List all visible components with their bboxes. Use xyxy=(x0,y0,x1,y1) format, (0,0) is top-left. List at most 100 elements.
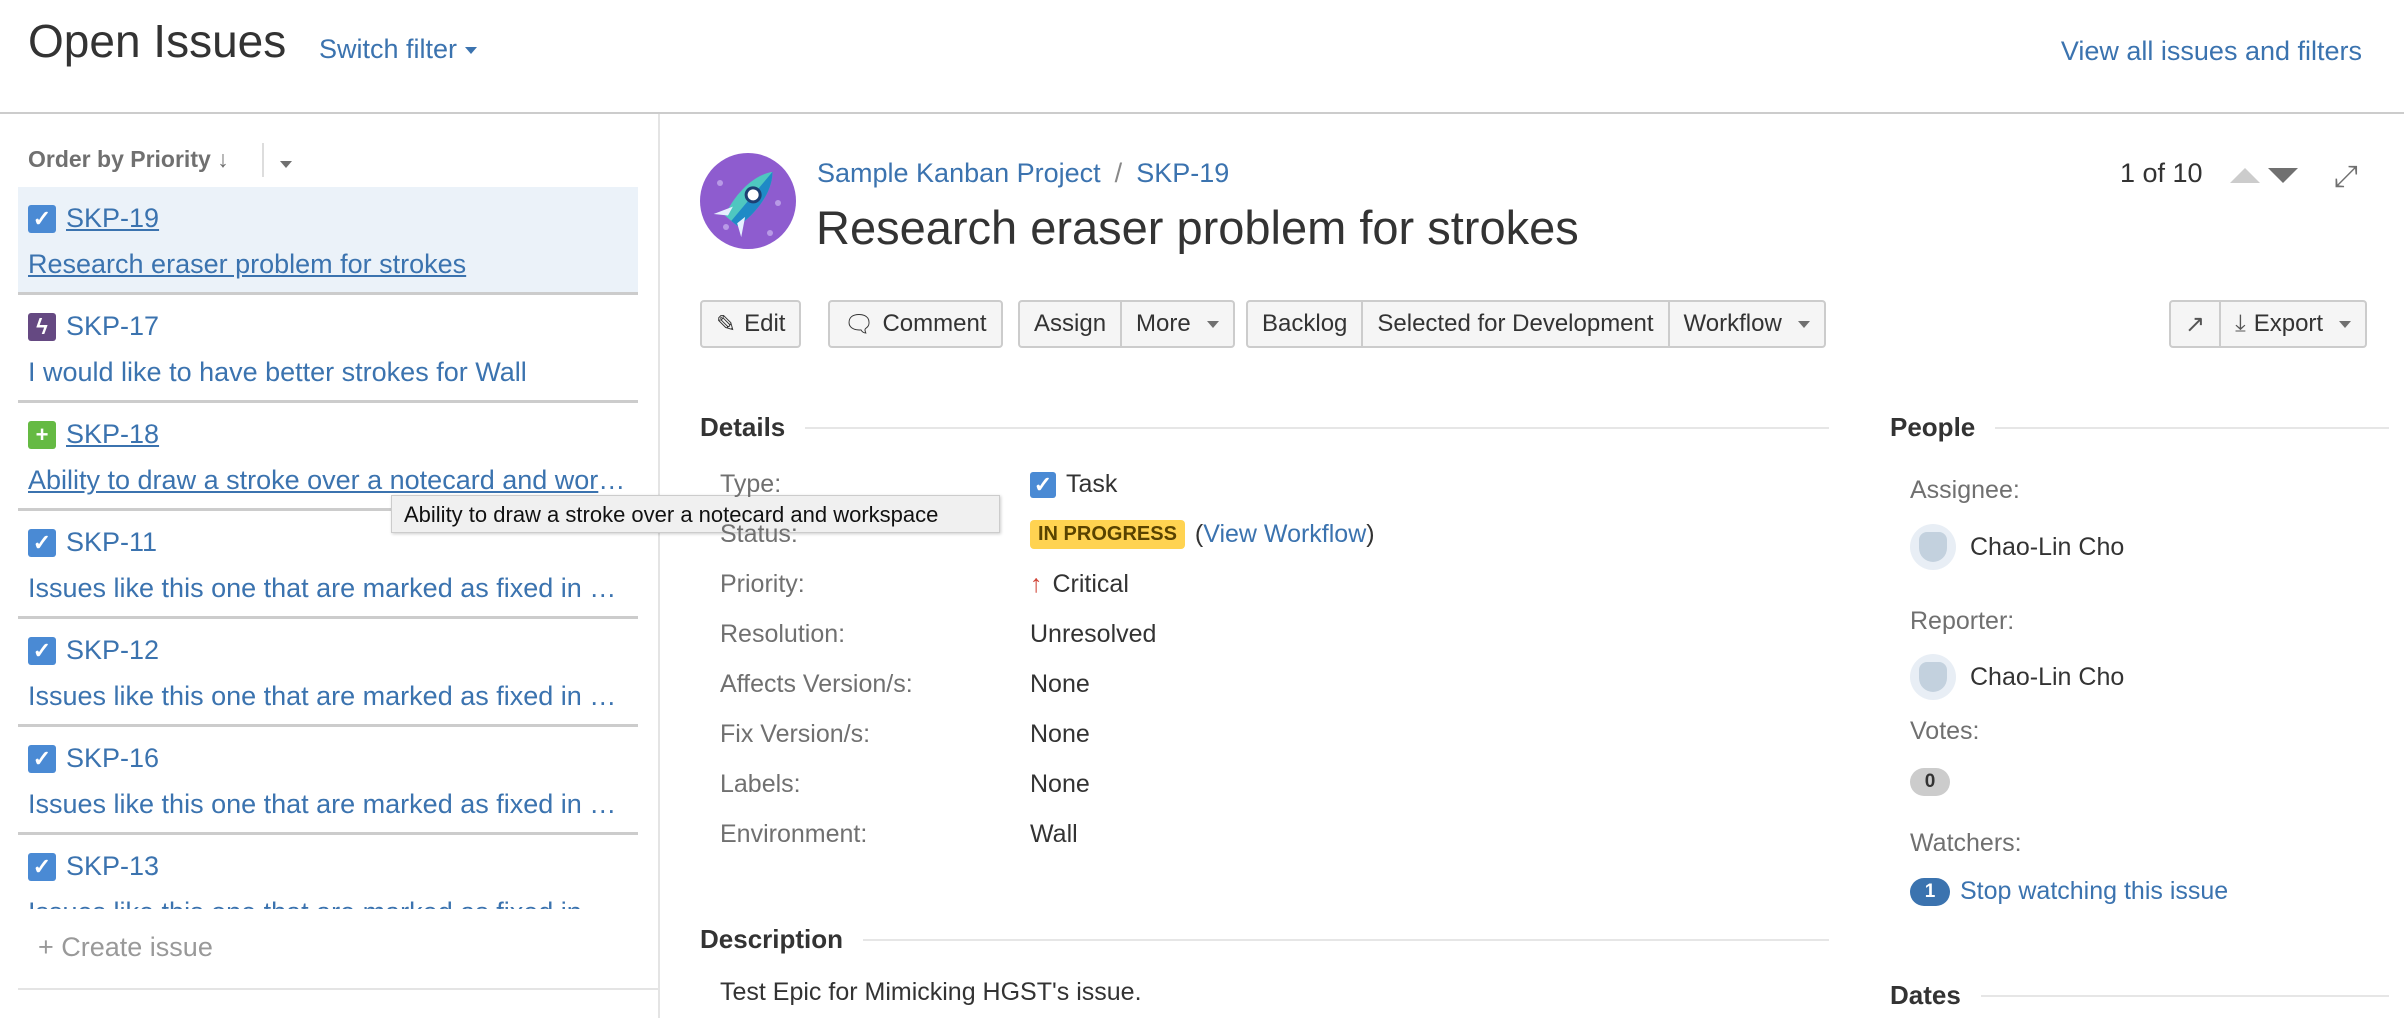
issue-title: Research eraser problem for strokes xyxy=(816,201,1579,254)
order-options-dropdown[interactable] xyxy=(272,156,292,174)
reporter-name: Chao-Lin Cho xyxy=(1970,662,2125,691)
assignee-name: Chao-Lin Cho xyxy=(1970,532,2125,561)
paren: ( xyxy=(1194,520,1204,548)
details-section-header[interactable]: Details xyxy=(700,412,1829,443)
task-icon: ✓ xyxy=(1030,471,1056,498)
issue-list: ✓ SKP-19 Research eraser problem for strok… xyxy=(0,187,659,909)
more-button[interactable]: More xyxy=(1120,302,1233,346)
divider xyxy=(262,143,264,177)
field-value: None xyxy=(1030,670,1090,699)
edit-button[interactable]: ✎ Edit xyxy=(702,302,799,346)
expand-icon[interactable]: ⤢ xyxy=(2334,160,2358,194)
workflow-group: Backlog Selected for Development Workflow xyxy=(1246,300,1826,348)
issue-summary-link[interactable]: Issues like this one that are marked as … xyxy=(28,681,628,712)
list-item[interactable]: ✓ SKP-16 Issues like this one that are mar… xyxy=(18,727,638,835)
people-heading: People xyxy=(1890,412,1976,442)
watchers-badge[interactable]: 1 xyxy=(1910,877,1950,906)
share-icon: ↗ xyxy=(2185,310,2206,338)
create-issue-button[interactable]: + Create issue xyxy=(38,932,213,963)
more-label: More xyxy=(1136,310,1191,337)
rocket-icon xyxy=(713,171,781,238)
share-button[interactable]: ↗ xyxy=(2171,302,2219,346)
epic-icon: ϟ xyxy=(28,312,56,341)
issue-key-link[interactable]: SKP-17 xyxy=(66,311,159,342)
issue-key-link[interactable]: SKP-12 xyxy=(66,635,159,666)
issue-summary-link[interactable]: Ability to draw a stroke over a notecard… xyxy=(28,465,628,496)
issue-key-link[interactable]: SKP-18 xyxy=(66,419,159,450)
avatar xyxy=(1910,654,1956,700)
description-section-header[interactable]: Description xyxy=(700,924,1829,955)
breadcrumb-issue-link[interactable]: SKP-19 xyxy=(1136,158,1229,188)
comment-icon: 🗨 xyxy=(844,310,875,338)
new-feature-icon: + xyxy=(28,420,56,449)
assignee[interactable]: Chao-Lin Cho xyxy=(1910,524,2124,570)
switch-filter-label: Switch filter xyxy=(319,34,458,64)
field-label: Resolution: xyxy=(720,620,846,648)
field-value-text: Unresolved xyxy=(1030,620,1157,648)
comment-button[interactable]: 🗨 Comment xyxy=(830,302,1001,346)
issue-summary-link[interactable]: Issues like this one that are marked as … xyxy=(28,789,628,820)
issue-key-link[interactable]: SKP-13 xyxy=(66,851,159,882)
avatar xyxy=(1910,524,1956,570)
issue-summary-link[interactable]: Issues like this one that are marked as … xyxy=(28,573,628,604)
export-group: ↗ ⤓ Export xyxy=(2169,300,2368,348)
list-item[interactable]: ✓ SKP-12 Issues like this one that are mar… xyxy=(18,619,638,727)
edit-group: ✎ Edit xyxy=(700,300,802,348)
export-label: Export xyxy=(2253,310,2324,337)
field-value: ✓ Task xyxy=(1030,470,1117,499)
issue-key-link[interactable]: SKP-11 xyxy=(66,527,157,558)
comment-group: 🗨 Comment xyxy=(828,300,1003,348)
field-label: Priority: xyxy=(720,570,805,598)
list-item[interactable]: ✓ SKP-13 Issues like this one that are mar… xyxy=(18,835,638,909)
workflow-button[interactable]: Workflow xyxy=(1667,302,1824,346)
description-heading: Description xyxy=(700,924,844,954)
switch-filter-dropdown[interactable]: Switch filter xyxy=(319,34,478,65)
field-label: Environment: xyxy=(720,820,868,848)
votes-label: Votes: xyxy=(1910,717,1980,745)
view-all-issues-link[interactable]: View all issues and filters xyxy=(2061,36,2362,67)
reporter[interactable]: Chao-Lin Cho xyxy=(1910,654,2124,700)
task-icon: ✓ xyxy=(28,528,56,557)
chevron-down-icon xyxy=(1206,320,1219,328)
details-heading: Details xyxy=(700,412,786,442)
edit-label: Edit xyxy=(744,310,786,337)
status-lozenge: IN PROGRESS xyxy=(1030,520,1185,549)
dates-section-header[interactable]: Dates xyxy=(1890,980,2389,1011)
task-icon: ✓ xyxy=(28,636,56,665)
divider xyxy=(18,988,658,990)
field-value: IN PROGRESS (View Workflow) xyxy=(1030,520,1375,549)
issue-key-link[interactable]: SKP-19 xyxy=(66,203,159,234)
issue-summary-link[interactable]: Issues like this one that are marked as … xyxy=(28,897,628,909)
field-value-text: Critical xyxy=(1052,570,1129,598)
selected-for-development-button[interactable]: Selected for Development xyxy=(1361,302,1667,346)
list-item[interactable]: ✓ SKP-19 Research eraser problem for strok… xyxy=(18,187,638,295)
issue-summary-link[interactable]: I would like to have better strokes for … xyxy=(28,357,628,388)
chevron-down-icon xyxy=(465,47,478,55)
field-label: Affects Version/s: xyxy=(720,670,913,698)
next-issue-icon[interactable] xyxy=(2268,168,2298,183)
previous-issue-icon[interactable] xyxy=(2230,168,2260,183)
field-label: Type: xyxy=(720,470,782,498)
breadcrumb: Sample Kanban Project / SKP-19 xyxy=(817,158,1229,189)
chevron-down-icon xyxy=(2339,320,2352,328)
priority-critical-icon: ↑ xyxy=(1030,570,1043,598)
breadcrumb-separator: / xyxy=(1114,158,1123,188)
view-workflow-link[interactable]: View Workflow xyxy=(1203,520,1366,548)
pencil-icon: ✎ xyxy=(716,310,737,338)
order-by-button[interactable]: Order by Priority ↓ xyxy=(28,146,229,173)
list-item[interactable]: ϟ SKP-17 I would like to have better strok… xyxy=(18,295,638,403)
backlog-button[interactable]: Backlog xyxy=(1248,302,1361,346)
people-section-header[interactable]: People xyxy=(1890,412,2389,443)
field-value: None xyxy=(1030,720,1090,749)
task-icon: ✓ xyxy=(28,204,56,233)
assign-button[interactable]: Assign xyxy=(1020,302,1120,346)
breadcrumb-project-link[interactable]: Sample Kanban Project xyxy=(817,158,1101,188)
workflow-label: Workflow xyxy=(1683,310,1782,337)
stop-watching-link[interactable]: Stop watching this issue xyxy=(1960,877,2228,906)
export-button[interactable]: ⤓ Export xyxy=(2219,302,2365,346)
field-value: Unresolved xyxy=(1030,620,1156,649)
pager-count: 1 of 10 xyxy=(2120,158,2203,188)
issue-key-link[interactable]: SKP-16 xyxy=(66,743,159,774)
votes-badge[interactable]: 0 xyxy=(1910,768,1950,796)
issue-summary-link[interactable]: Research eraser problem for strokes xyxy=(28,249,628,280)
